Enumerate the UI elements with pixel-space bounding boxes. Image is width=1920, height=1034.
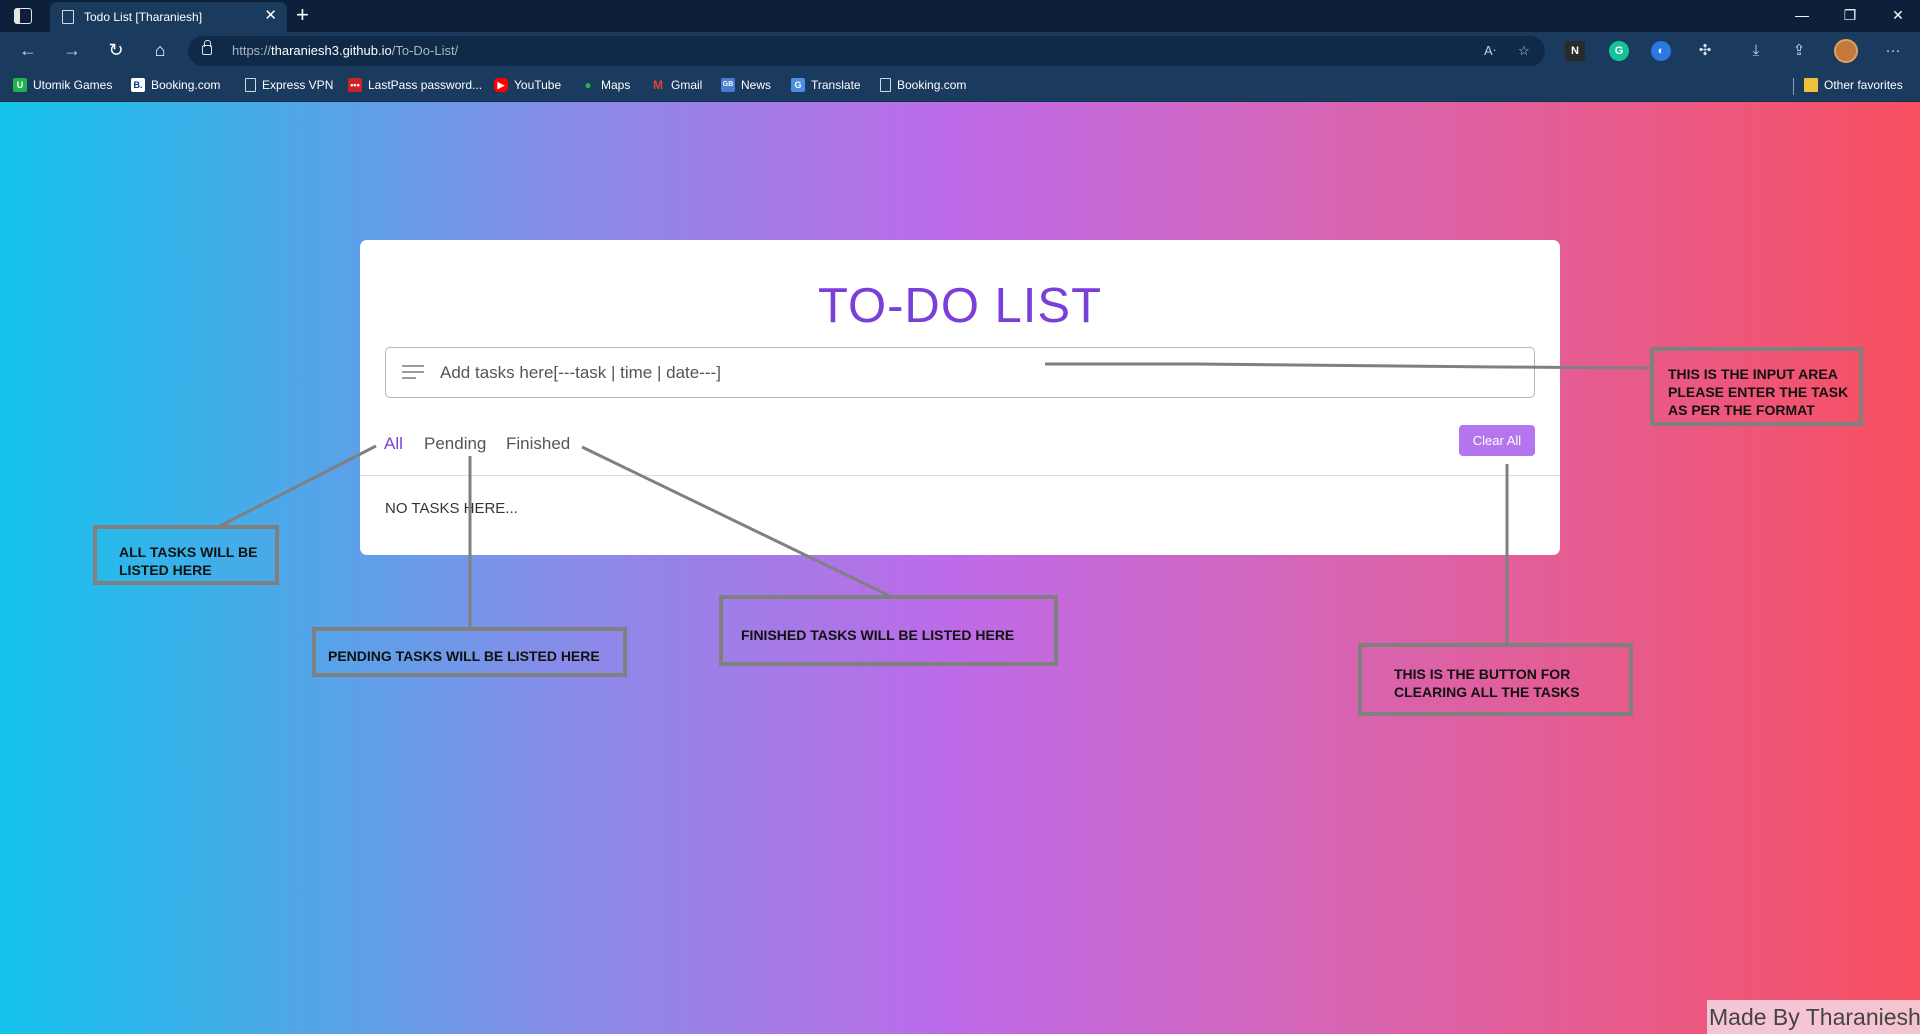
task-input[interactable]: Add tasks here[---task | time | date---] bbox=[385, 347, 1535, 398]
refresh-icon[interactable]: ↻ bbox=[104, 40, 128, 60]
favorite-gmail[interactable]: M Gmail bbox=[651, 78, 702, 92]
browser-toolbar: ← → ↻ ⌂ https://tharaniesh3.github.io/To… bbox=[0, 32, 1920, 70]
grammarly-extension-icon[interactable]: G bbox=[1609, 41, 1629, 61]
favorite-booking-2[interactable]: Booking.com bbox=[880, 78, 966, 92]
favorite-news[interactable]: GB News bbox=[721, 78, 771, 92]
annotation-pending-tasks: PENDING TASKS WILL BE LISTED HERE bbox=[312, 627, 627, 677]
browser-tab-bar: Todo List [Tharaniesh] ✕ + — ❐ ✕ bbox=[0, 0, 1920, 32]
favorite-lastpass[interactable]: ••• LastPass password... bbox=[348, 78, 482, 92]
restore-button[interactable]: ❐ bbox=[1840, 6, 1860, 24]
home-icon[interactable]: ⌂ bbox=[148, 40, 172, 60]
favorite-star-icon[interactable]: ☆ bbox=[1518, 43, 1530, 59]
youtube-icon: ▶ bbox=[494, 78, 508, 92]
share-icon[interactable]: ⇪ bbox=[1788, 41, 1810, 61]
page-icon bbox=[245, 78, 256, 92]
utomik-icon: U bbox=[13, 78, 27, 92]
divider bbox=[360, 475, 1560, 476]
gmail-icon: M bbox=[653, 78, 663, 92]
more-menu-icon[interactable]: ··· bbox=[1882, 41, 1904, 61]
close-tab-icon[interactable]: ✕ bbox=[264, 8, 277, 24]
tab-actions-icon[interactable] bbox=[14, 8, 32, 24]
news-icon: GB bbox=[721, 78, 735, 92]
annotation-finished-tasks: FINISHED TASKS WILL BE LISTED HERE bbox=[719, 595, 1058, 666]
filter-pending[interactable]: Pending bbox=[424, 434, 486, 454]
new-tab-button[interactable]: + bbox=[296, 3, 309, 27]
maps-icon: ● bbox=[584, 78, 592, 92]
downloads-icon[interactable]: ⤓ bbox=[1745, 41, 1767, 61]
annotation-all-tasks: ALL TASKS WILL BE LISTED HERE bbox=[93, 525, 279, 585]
favorite-utomik[interactable]: U Utomik Games bbox=[13, 78, 112, 92]
app-title: TO-DO LIST bbox=[817, 279, 1103, 333]
lastpass-icon: ••• bbox=[348, 78, 362, 92]
text-lines-icon bbox=[402, 365, 424, 381]
empty-tasks-message: NO TASKS HERE... bbox=[385, 500, 518, 517]
url-text[interactable]: https://tharaniesh3.github.io/To-Do-List… bbox=[232, 43, 458, 58]
other-favorites[interactable]: Other favorites bbox=[1804, 78, 1903, 92]
read-aloud-icon[interactable]: Aᐧ bbox=[1484, 43, 1496, 59]
tab-title: Todo List [Tharaniesh] bbox=[84, 10, 203, 24]
extensions-icon[interactable]: ✣ bbox=[1694, 41, 1716, 61]
favorite-maps[interactable]: ● Maps bbox=[581, 78, 630, 92]
browser-tab[interactable]: Todo List [Tharaniesh] ✕ bbox=[50, 2, 287, 32]
address-bar[interactable]: https://tharaniesh3.github.io/To-Do-List… bbox=[188, 36, 1545, 66]
back-icon[interactable]: ← bbox=[16, 40, 40, 60]
filter-finished[interactable]: Finished bbox=[506, 434, 570, 454]
task-input-placeholder: Add tasks here[---task | time | date---] bbox=[440, 363, 721, 382]
folder-icon bbox=[1804, 78, 1818, 92]
vpn-extension-icon[interactable]: ◐ bbox=[1651, 41, 1671, 61]
page-icon bbox=[880, 78, 891, 92]
favorite-youtube[interactable]: ▶ YouTube bbox=[494, 78, 561, 92]
notion-extension-icon[interactable]: N bbox=[1565, 41, 1585, 61]
minimize-button[interactable]: — bbox=[1792, 6, 1812, 24]
forward-icon[interactable]: → bbox=[60, 40, 84, 60]
lock-icon[interactable] bbox=[202, 40, 212, 55]
clear-all-button[interactable]: Clear All bbox=[1459, 425, 1535, 456]
translate-icon: G bbox=[791, 78, 805, 92]
favorites-divider bbox=[1793, 78, 1794, 95]
todo-card: TO-DO LIST Add tasks here[---task | time… bbox=[360, 240, 1560, 555]
favorite-booking[interactable]: B. Booking.com bbox=[131, 78, 220, 92]
watermark: Made By Tharaniesh bbox=[1707, 1000, 1920, 1034]
filter-all[interactable]: All bbox=[384, 434, 403, 454]
annotation-clear-button: THIS IS THE BUTTON FOR CLEARING ALL THE … bbox=[1358, 643, 1633, 716]
booking-icon: B. bbox=[131, 78, 145, 92]
page-icon bbox=[62, 10, 74, 24]
favorite-translate[interactable]: G Translate bbox=[791, 78, 861, 92]
page-background: TO-DO LIST Add tasks here[---task | time… bbox=[0, 102, 1920, 1034]
favorites-bar: U Utomik Games B. Booking.com Express VPN … bbox=[0, 70, 1920, 102]
favorite-express-vpn[interactable]: Express VPN bbox=[245, 78, 333, 92]
profile-avatar[interactable] bbox=[1834, 39, 1858, 63]
annotation-input-area: THIS IS THE INPUT AREA PLEASE ENTER THE … bbox=[1650, 347, 1863, 426]
close-window-button[interactable]: ✕ bbox=[1888, 6, 1908, 24]
